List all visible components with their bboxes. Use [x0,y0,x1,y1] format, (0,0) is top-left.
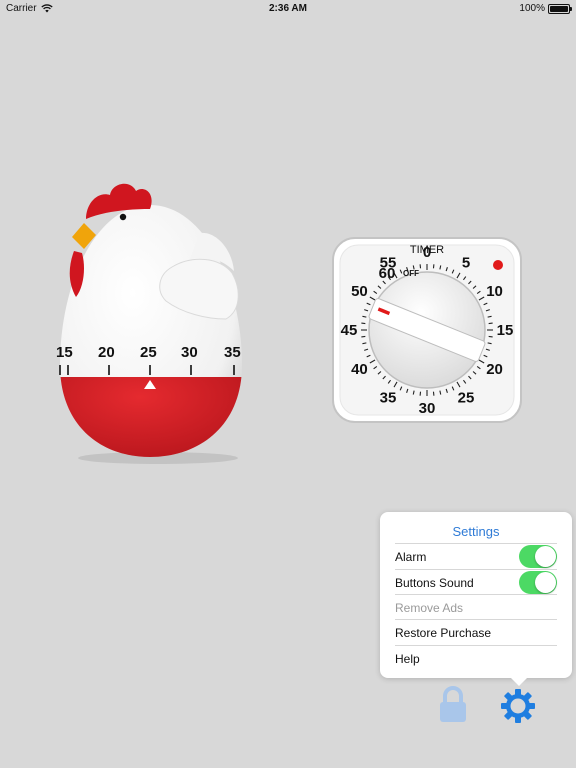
dial-number: 20 [486,361,503,378]
scale-label: 30 [181,344,198,361]
buttons-sound-row: Buttons Sound [395,569,557,595]
scale-label: 20 [98,344,115,361]
scale-label: 25 [140,344,157,361]
alarm-row: Alarm [395,543,557,569]
remove-ads-label: Remove Ads [395,600,464,615]
chicken-timer[interactable]: 15 20 25 30 35 [50,175,250,465]
chicken-scale-labels: 15 20 25 30 35 [50,344,250,362]
battery-percent: 100% [519,3,545,14]
dial-number: 25 [458,390,475,407]
scale-label: 35 [224,344,241,361]
buttons-sound-toggle[interactable] [519,571,557,594]
lock-button[interactable] [438,686,468,724]
clock: 2:36 AM [269,3,307,14]
dial-number: 50 [351,283,368,300]
off-label: OFF [403,269,419,278]
battery-group: 100% [519,3,572,14]
battery-icon [548,3,572,14]
settings-button[interactable] [500,688,536,724]
alarm-label: Alarm [395,549,427,564]
indicator-dot [493,260,503,270]
dial-number: 45 [341,322,358,339]
gear-icon [501,689,535,723]
dial-number: 30 [419,400,436,417]
restore-purchase-label: Restore Purchase [395,625,492,640]
dial-number: 35 [380,390,397,407]
dial-number: 40 [351,361,368,378]
dial-number: 60 [379,265,396,282]
dial-timer[interactable]: TIMER 0 5 10 15 20 25 30 35 40 45 50 55 60 OFF [330,235,524,425]
dial-timer-graphic: TIMER 051015202530354045505560 OFF [332,237,522,423]
chicken-timer-graphic [59,183,242,464]
scale-label: 15 [56,344,73,361]
help-label: Help [395,651,420,666]
settings-title: Settings [452,524,500,539]
remove-ads-item[interactable]: Remove Ads [395,594,557,620]
status-bar: Carrier 2:36 AM 100% [0,0,576,18]
dial-number: 15 [497,322,514,339]
alarm-toggle[interactable] [519,545,557,568]
buttons-sound-label: Buttons Sound [395,575,474,590]
settings-popover: Settings Alarm Buttons Sound Remove Ads … [380,512,572,686]
dial-number: 5 [462,254,470,271]
dial-number: 10 [486,283,503,300]
dial-number: 0 [423,244,431,261]
lock-icon [440,686,466,722]
restore-purchase-item[interactable]: Restore Purchase [395,619,557,645]
popover-arrow [510,677,528,686]
help-item[interactable]: Help [395,645,557,671]
